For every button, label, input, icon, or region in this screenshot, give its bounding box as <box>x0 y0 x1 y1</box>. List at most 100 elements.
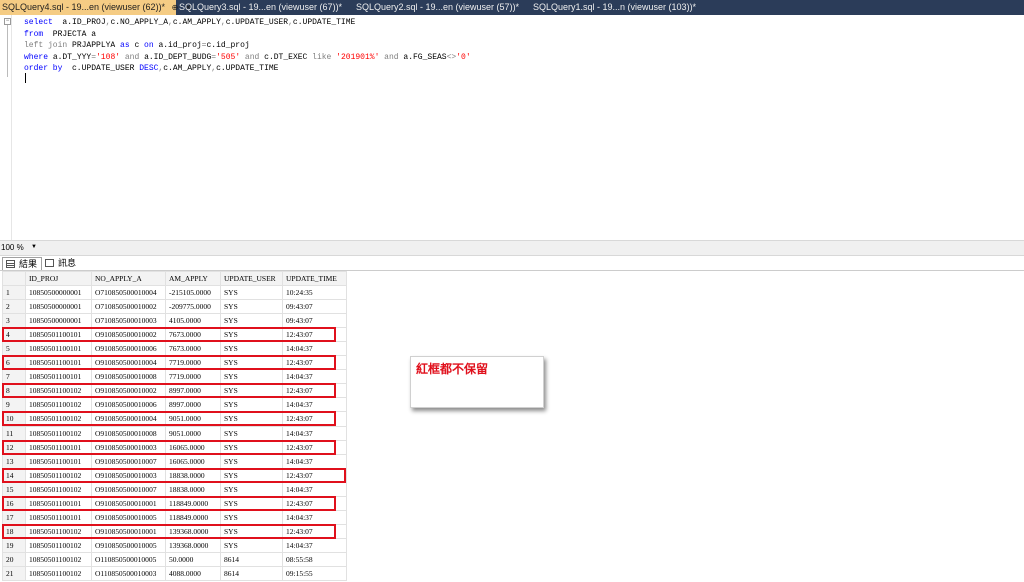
table-cell[interactable]: 18838.0000 <box>165 467 221 483</box>
table-cell[interactable]: 14:04:37 <box>282 425 347 441</box>
table-cell[interactable]: 118849.0000 <box>165 509 221 525</box>
table-cell[interactable]: O710850500010004 <box>91 285 166 301</box>
table-cell[interactable]: 12:43:07 <box>282 523 347 539</box>
table-cell[interactable]: 139368.0000 <box>165 523 221 539</box>
table-cell[interactable]: 7673.0000 <box>165 327 221 343</box>
row-number[interactable]: 20 <box>2 551 26 567</box>
table-cell[interactable]: O910850500010007 <box>91 453 166 469</box>
table-cell[interactable]: 09:15:55 <box>282 565 347 582</box>
table-cell[interactable]: 10850500000001 <box>25 285 92 301</box>
table-cell[interactable]: 10850501100101 <box>25 509 92 525</box>
tab-sqlquery3[interactable]: SQLQuery3.sql - 19...en (viewuser (67))* <box>177 0 349 15</box>
table-cell[interactable]: 14:04:37 <box>282 481 347 497</box>
table-row[interactable]: 6 10850501100101 O910850500010004 7719.0000… <box>2 355 347 371</box>
table-cell[interactable]: SYS <box>220 299 283 315</box>
column-header[interactable]: NO_APPLY_A <box>91 270 166 287</box>
table-cell[interactable]: 10850501100102 <box>25 467 92 483</box>
table-cell[interactable]: 14:04:37 <box>282 369 347 385</box>
table-cell[interactable]: 9051.0000 <box>165 411 221 427</box>
table-cell[interactable]: SYS <box>220 411 283 427</box>
table-cell[interactable]: SYS <box>220 537 283 553</box>
table-row[interactable]: 11 10850501100102 O910850500010008 9051.000… <box>2 425 347 441</box>
table-cell[interactable]: SYS <box>220 285 283 301</box>
table-row[interactable]: 20 10850501100102 O110850500010005 50.0000 8… <box>2 551 347 567</box>
row-number[interactable]: 13 <box>2 453 26 469</box>
table-cell[interactable]: 12:43:07 <box>282 383 347 399</box>
table-cell[interactable]: 7719.0000 <box>165 369 221 385</box>
table-cell[interactable]: 10850501100101 <box>25 341 92 357</box>
table-cell[interactable]: SYS <box>220 313 283 329</box>
table-cell[interactable]: 10850501100101 <box>25 439 92 455</box>
table-cell[interactable]: SYS <box>220 397 283 413</box>
table-cell[interactable]: O910850500010002 <box>91 383 166 399</box>
row-number[interactable]: 14 <box>2 467 26 483</box>
code-line[interactable]: from PRJECTA a <box>24 29 471 41</box>
table-cell[interactable]: 16065.0000 <box>165 439 221 455</box>
table-row[interactable]: 5 10850501100101 O910850500010006 7673.0000… <box>2 341 347 357</box>
table-cell[interactable]: O910850500010004 <box>91 355 166 371</box>
table-cell[interactable]: 09:43:07 <box>282 299 347 315</box>
corner-cell[interactable] <box>2 270 26 287</box>
table-cell[interactable]: O910850500010008 <box>91 425 166 441</box>
tab-sqlquery4[interactable]: SQLQuery4.sql - 19...en (viewuser (62))*… <box>0 0 192 15</box>
table-row[interactable]: 12 10850501100101 O910850500010003 16065.00… <box>2 439 347 455</box>
table-cell[interactable]: 12:43:07 <box>282 355 347 371</box>
table-cell[interactable]: 09:43:07 <box>282 313 347 329</box>
table-cell[interactable]: O910850500010005 <box>91 509 166 525</box>
table-cell[interactable]: 12:43:07 <box>282 439 347 455</box>
column-header[interactable]: UPDATE_USER <box>220 270 283 287</box>
row-number[interactable]: 7 <box>2 369 26 385</box>
code-line[interactable]: where a.DT_YYY='108' and a.ID_DEPT_BUDG=… <box>24 52 471 64</box>
table-cell[interactable]: SYS <box>220 327 283 343</box>
table-cell[interactable]: O910850500010006 <box>91 397 166 413</box>
table-cell[interactable]: 10850501100101 <box>25 327 92 343</box>
table-row[interactable]: 4 10850501100101 O910850500010002 7673.0000… <box>2 327 347 343</box>
table-cell[interactable]: 14:04:37 <box>282 537 347 553</box>
table-cell[interactable]: 14:04:37 <box>282 509 347 525</box>
table-cell[interactable]: 10850501100102 <box>25 425 92 441</box>
table-cell[interactable]: 10850501100102 <box>25 537 92 553</box>
table-cell[interactable]: 10850501100102 <box>25 481 92 497</box>
table-cell[interactable]: 10850501100102 <box>25 397 92 413</box>
table-cell[interactable]: SYS <box>220 439 283 455</box>
table-cell[interactable]: 10850501100101 <box>25 453 92 469</box>
code-line[interactable]: order by c.UPDATE_USER DESC,c.AM_APPLY,c… <box>24 63 471 75</box>
table-cell[interactable]: O910850500010005 <box>91 537 166 553</box>
table-cell[interactable]: 50.0000 <box>165 551 221 567</box>
table-cell[interactable]: -215105.0000 <box>165 285 221 301</box>
table-cell[interactable]: O910850500010003 <box>91 439 166 455</box>
chevron-down-icon[interactable]: ▼ <box>31 242 37 253</box>
tab-sqlquery2[interactable]: SQLQuery2.sql - 19...en (viewuser (57))* <box>354 0 526 15</box>
table-cell[interactable]: 7673.0000 <box>165 341 221 357</box>
table-cell[interactable]: SYS <box>220 523 283 539</box>
table-cell[interactable]: O110850500010005 <box>91 551 166 567</box>
row-number[interactable]: 9 <box>2 397 26 413</box>
row-number[interactable]: 8 <box>2 383 26 399</box>
row-number[interactable]: 17 <box>2 509 26 525</box>
column-header[interactable]: UPDATE_TIME <box>282 270 347 287</box>
query-editor[interactable]: − select a.ID_PROJ,c.NO_APPLY_A,c.AM_APP… <box>0 15 1024 240</box>
zoom-dropdown[interactable]: 100 % ▼ <box>1 242 37 253</box>
table-cell[interactable]: O910850500010003 <box>91 467 166 483</box>
table-cell[interactable]: 8614 <box>220 565 283 582</box>
table-cell[interactable]: 8997.0000 <box>165 397 221 413</box>
table-cell[interactable]: 8614 <box>220 551 283 567</box>
code-line[interactable]: select a.ID_PROJ,c.NO_APPLY_A,c.AM_APPLY… <box>24 17 471 29</box>
table-cell[interactable]: 118849.0000 <box>165 495 221 511</box>
table-row[interactable]: 14 10850501100102 O910850500010003 18838.00… <box>2 467 347 483</box>
table-row[interactable]: 21 10850501100102 O110850500010003 4088.000… <box>2 565 347 582</box>
table-cell[interactable]: O710850500010003 <box>91 313 166 329</box>
table-cell[interactable]: 14:04:37 <box>282 397 347 413</box>
table-cell[interactable]: 12:43:07 <box>282 327 347 343</box>
table-row[interactable]: 18 10850501100102 O910850500010001 139368.0… <box>2 523 347 539</box>
table-cell[interactable]: SYS <box>220 495 283 511</box>
table-row[interactable]: 10 10850501100102 O910850500010004 9051.000… <box>2 411 347 427</box>
column-header[interactable]: ID_PROJ <box>25 270 92 287</box>
table-cell[interactable]: 7719.0000 <box>165 355 221 371</box>
table-row[interactable]: 13 10850501100101 O910850500010007 16065.00… <box>2 453 347 469</box>
row-number[interactable]: 11 <box>2 425 26 441</box>
table-cell[interactable]: SYS <box>220 425 283 441</box>
table-cell[interactable]: 10:24:35 <box>282 285 347 301</box>
table-cell[interactable]: 10850501100102 <box>25 411 92 427</box>
table-cell[interactable]: 18838.0000 <box>165 481 221 497</box>
